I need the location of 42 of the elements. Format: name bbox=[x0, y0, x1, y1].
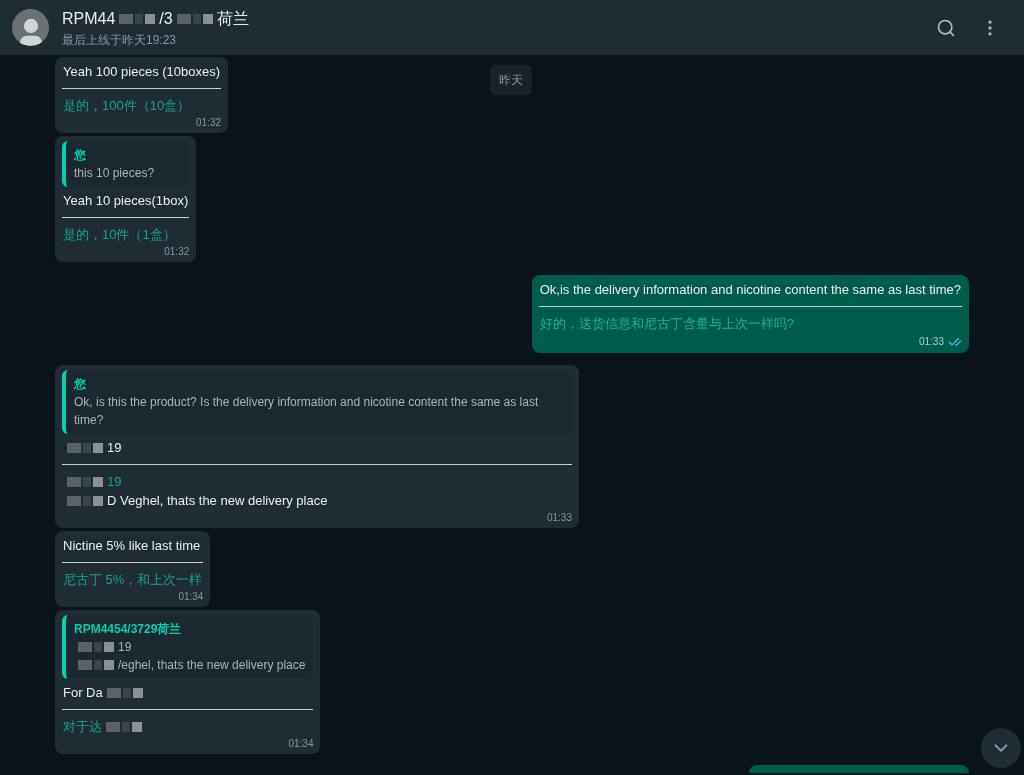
contact-name: RPM44 bbox=[62, 8, 116, 29]
message-time: 01:34 bbox=[178, 591, 204, 603]
translation-text: 19 bbox=[107, 473, 122, 491]
avatar-icon bbox=[12, 9, 49, 46]
redaction-block bbox=[119, 13, 156, 24]
message-text: Yeah 100 pieces (10boxes) bbox=[62, 63, 222, 81]
message-text: D Veghel, thats the new delivery place bbox=[107, 492, 328, 510]
translation-text: 尼古丁 5%，和上次一样 bbox=[62, 571, 204, 589]
message-text: Yeah 10 pieces(1box) bbox=[62, 192, 190, 210]
quote-author: RPM4454/3729荷兰 bbox=[74, 621, 183, 638]
message-time: 01:33 bbox=[918, 336, 944, 348]
quote-text: /eghel, thats the new delivery place bbox=[118, 657, 306, 674]
redaction-block bbox=[67, 442, 103, 453]
redaction-block bbox=[176, 13, 213, 24]
redaction-block bbox=[78, 642, 114, 652]
last-seen-text: 最后上线于昨天19:23 bbox=[62, 31, 178, 49]
redaction-block bbox=[67, 476, 103, 487]
quote-text: Ok, is this the product? Is the delivery information and nicotine content the same as last time? bbox=[74, 394, 540, 429]
message-time: 01:33 bbox=[546, 512, 572, 524]
contact-name: 荷兰 bbox=[216, 8, 249, 29]
message-text: 19 bbox=[107, 439, 122, 457]
quote-author: 您 bbox=[74, 376, 87, 393]
translation-text: 是的，100件（10盒） bbox=[62, 97, 192, 115]
message-time: 01:32 bbox=[196, 117, 222, 129]
contact-name: /3 bbox=[159, 8, 173, 29]
quote-text: this 10 pieces? bbox=[74, 165, 156, 182]
message-text: For Da bbox=[63, 684, 103, 702]
redaction-block bbox=[67, 495, 103, 506]
redaction-block bbox=[78, 660, 114, 670]
message-time: 01:32 bbox=[164, 246, 190, 258]
translation-text: 对于达 bbox=[63, 718, 102, 736]
quote-text: 19 bbox=[118, 639, 132, 656]
redaction-block bbox=[106, 687, 143, 698]
message-time: 01:34 bbox=[288, 738, 314, 750]
message-text: Ok,is the delivery information and nicotine content the same as last time? bbox=[538, 281, 962, 299]
message-text: Nictine 5% like last time bbox=[62, 537, 202, 555]
quote-author: 您 bbox=[74, 147, 87, 164]
translation-text: 是的，10件（1盒） bbox=[62, 226, 177, 244]
date-chip: 昨天 bbox=[490, 65, 532, 95]
search-icon[interactable] bbox=[936, 17, 956, 38]
redaction-block bbox=[106, 721, 142, 732]
scroll-down-button[interactable] bbox=[981, 728, 1021, 768]
